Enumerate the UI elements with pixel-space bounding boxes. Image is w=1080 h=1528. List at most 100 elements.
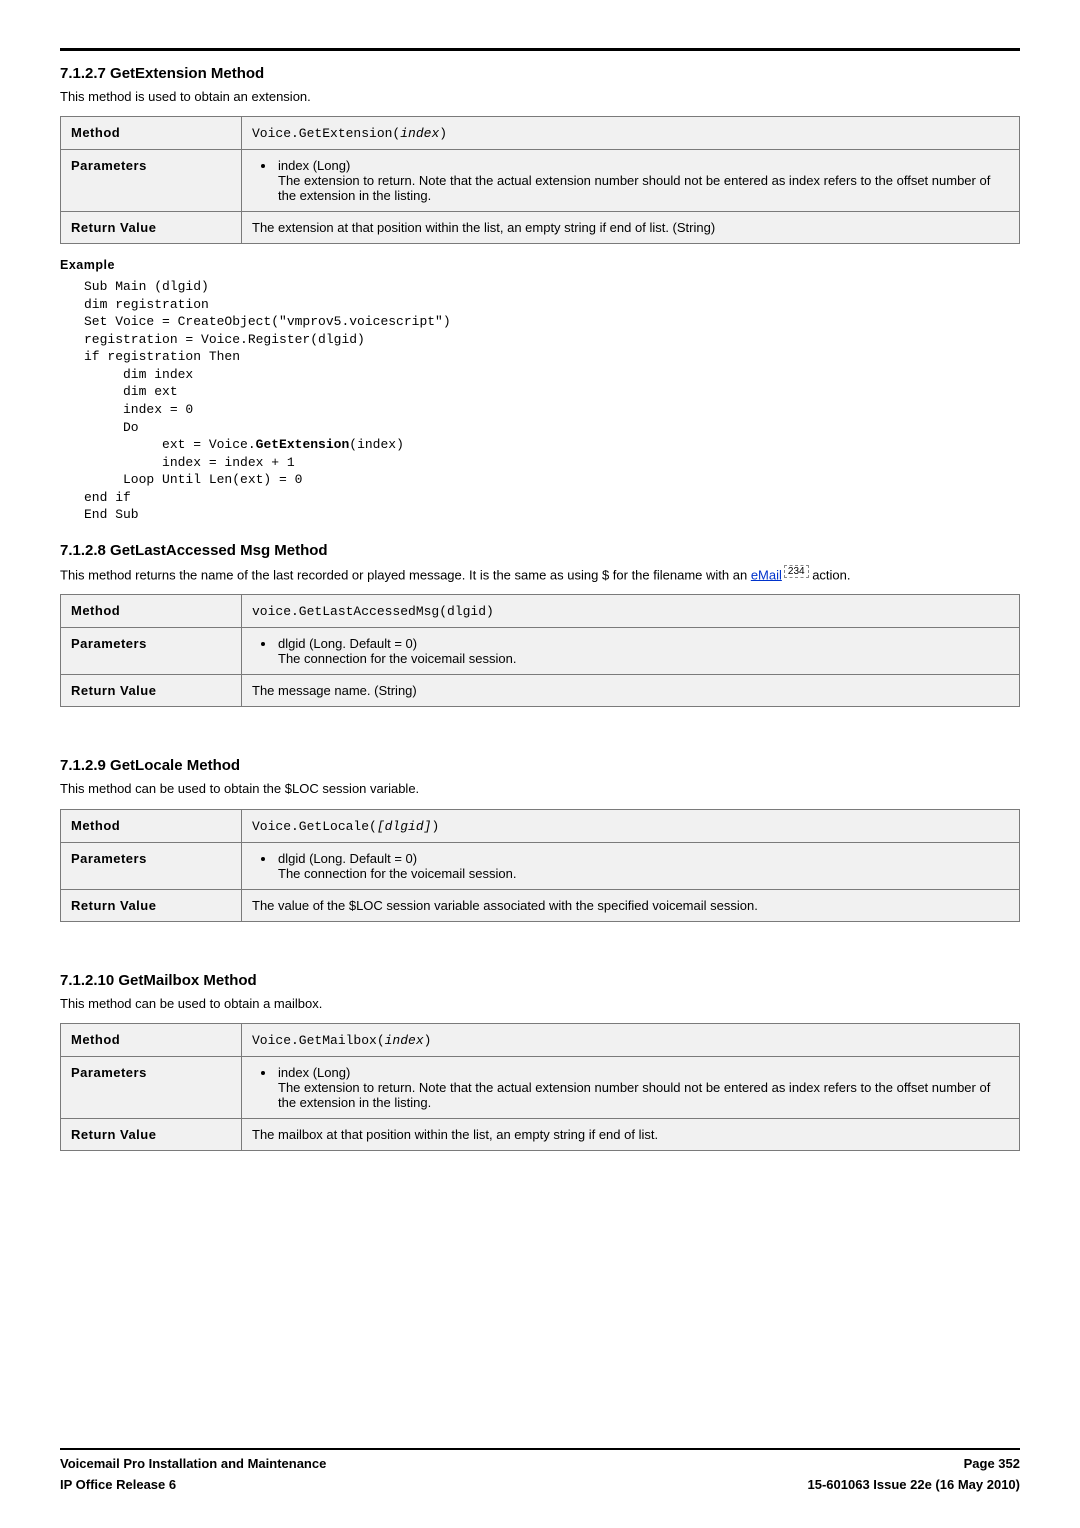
table-row: Parameters dlgid (Long. Default = 0) The…: [61, 628, 1020, 675]
row-value-return: The mailbox at that position within the …: [242, 1118, 1020, 1150]
code-prefix: Voice.GetExtension(: [252, 126, 400, 141]
table-row: Parameters index (Long) The extension to…: [61, 150, 1020, 212]
code-example: Sub Main (dlgid) dim registration Set Vo…: [84, 278, 1020, 524]
param-name: index (Long): [278, 158, 350, 173]
param-item: dlgid (Long. Default = 0) The connection…: [276, 851, 1009, 881]
desc-text: This method returns the name of the last…: [60, 567, 751, 582]
param-name: index (Long): [278, 1065, 350, 1080]
code-line: index = 0: [84, 402, 193, 417]
param-desc: The connection for the voicemail session…: [278, 866, 1009, 881]
example-label: Example: [60, 258, 1020, 272]
page-footer: Voicemail Pro Installation and Maintenan…: [60, 1448, 1020, 1492]
code-line: index = index + 1: [84, 455, 295, 470]
method-code: Voice.GetExtension(index): [252, 126, 447, 141]
code-italic: index: [385, 1033, 424, 1048]
row-value-method: Voice.GetMailbox(index): [242, 1023, 1020, 1056]
param-desc: The connection for the voicemail session…: [278, 651, 1009, 666]
row-label-method: Method: [61, 809, 242, 842]
row-label-method: Method: [61, 1023, 242, 1056]
code-line: dim registration: [84, 297, 209, 312]
row-value-return: The message name. (String): [242, 675, 1020, 707]
table-row: Parameters index (Long) The extension to…: [61, 1056, 1020, 1118]
param-item: dlgid (Long. Default = 0) The connection…: [276, 636, 1009, 666]
footer-row-2: IP Office Release 6 15-601063 Issue 22e …: [60, 1477, 1020, 1492]
section-desc: This method returns the name of the last…: [60, 565, 1020, 585]
method-code: Voice.GetMailbox(index): [252, 1033, 431, 1048]
row-value-parameters: index (Long) The extension to return. No…: [242, 150, 1020, 212]
spacer: [60, 721, 1020, 743]
code-line: Sub Main (dlgid): [84, 279, 209, 294]
table-row: Parameters dlgid (Long. Default = 0) The…: [61, 842, 1020, 889]
method-code: voice.GetLastAccessedMsg(dlgid): [252, 604, 494, 619]
row-value-parameters: index (Long) The extension to return. No…: [242, 1056, 1020, 1118]
api-table-getlocale: Method Voice.GetLocale([dlgid]) Paramete…: [60, 809, 1020, 922]
code-line: if registration Then: [84, 349, 240, 364]
row-label-parameters: Parameters: [61, 628, 242, 675]
table-row: Return Value The value of the $LOC sessi…: [61, 889, 1020, 921]
row-value-parameters: dlgid (Long. Default = 0) The connection…: [242, 842, 1020, 889]
code-line: dim index: [84, 367, 193, 382]
code-line: registration = Voice.Register(dlgid): [84, 332, 365, 347]
api-table-getmailbox: Method Voice.GetMailbox(index) Parameter…: [60, 1023, 1020, 1151]
code-line: dim ext: [84, 384, 178, 399]
code-line: Do: [84, 420, 139, 435]
code-suffix: ): [439, 126, 447, 141]
api-table-getlastaccessed: Method voice.GetLastAccessedMsg(dlgid) P…: [60, 594, 1020, 707]
code-line: Loop Until Len(ext) = 0: [84, 472, 302, 487]
table-row: Method Voice.GetMailbox(index): [61, 1023, 1020, 1056]
section-desc: This method can be used to obtain the $L…: [60, 780, 1020, 798]
param-list: index (Long) The extension to return. No…: [276, 1065, 1009, 1110]
row-label-parameters: Parameters: [61, 842, 242, 889]
row-label-return: Return Value: [61, 889, 242, 921]
code-line: ext = Voice.: [84, 437, 256, 452]
table-row: Method Voice.GetLocale([dlgid]): [61, 809, 1020, 842]
code-line: end if: [84, 490, 131, 505]
row-label-method: Method: [61, 595, 242, 628]
footer-right-top: Page 352: [964, 1456, 1020, 1471]
row-value-method: Voice.GetLocale([dlgid]): [242, 809, 1020, 842]
param-item: index (Long) The extension to return. No…: [276, 158, 1009, 203]
row-value-parameters: dlgid (Long. Default = 0) The connection…: [242, 628, 1020, 675]
method-code: Voice.GetLocale([dlgid]): [252, 819, 439, 834]
param-list: dlgid (Long. Default = 0) The connection…: [276, 851, 1009, 881]
row-value-return: The value of the $LOC session variable a…: [242, 889, 1020, 921]
param-list: dlgid (Long. Default = 0) The connection…: [276, 636, 1009, 666]
code-suffix: ): [424, 1033, 432, 1048]
footer-right-bottom: 15-601063 Issue 22e (16 May 2010): [808, 1477, 1021, 1492]
table-row: Return Value The mailbox at that positio…: [61, 1118, 1020, 1150]
code-italic: [dlgid]: [377, 819, 432, 834]
table-row: Method voice.GetLastAccessedMsg(dlgid): [61, 595, 1020, 628]
code-line: End Sub: [84, 507, 139, 522]
code-line: Set Voice = CreateObject("vmprov5.voices…: [84, 314, 451, 329]
footer-left-top: Voicemail Pro Installation and Maintenan…: [60, 1456, 326, 1471]
code-line-bold: GetExtension: [256, 437, 350, 452]
param-list: index (Long) The extension to return. No…: [276, 158, 1009, 203]
top-rule: [60, 48, 1020, 51]
param-desc: The extension to return. Note that the a…: [278, 173, 1009, 203]
section-title-getlocale: 7.1.2.9 GetLocale Method: [60, 757, 1020, 774]
param-name: dlgid (Long. Default = 0): [278, 636, 417, 651]
section-desc: This method is used to obtain an extensi…: [60, 88, 1020, 106]
code-prefix: Voice.GetLocale(: [252, 819, 377, 834]
section-title-getextension: 7.1.2.7 GetExtension Method: [60, 65, 1020, 82]
param-desc: The extension to return. Note that the a…: [278, 1080, 1009, 1110]
row-label-method: Method: [61, 117, 242, 150]
row-label-return: Return Value: [61, 1118, 242, 1150]
footer-row-1: Voicemail Pro Installation and Maintenan…: [60, 1456, 1020, 1471]
row-value-return: The extension at that position within th…: [242, 212, 1020, 244]
param-item: index (Long) The extension to return. No…: [276, 1065, 1009, 1110]
row-value-method: voice.GetLastAccessedMsg(dlgid): [242, 595, 1020, 628]
code-suffix: ): [431, 819, 439, 834]
section-title-getlastaccessed: 7.1.2.8 GetLastAccessed Msg Method: [60, 542, 1020, 559]
table-row: Return Value The message name. (String): [61, 675, 1020, 707]
desc-text: action.: [809, 567, 851, 582]
row-label-return: Return Value: [61, 212, 242, 244]
page: 7.1.2.7 GetExtension Method This method …: [0, 0, 1080, 1528]
row-label-return: Return Value: [61, 675, 242, 707]
api-table-getextension: Method Voice.GetExtension(index) Paramet…: [60, 116, 1020, 244]
row-value-method: Voice.GetExtension(index): [242, 117, 1020, 150]
email-link[interactable]: eMail: [751, 567, 782, 582]
table-row: Method Voice.GetExtension(index): [61, 117, 1020, 150]
section-desc: This method can be used to obtain a mail…: [60, 995, 1020, 1013]
spacer: [60, 936, 1020, 958]
